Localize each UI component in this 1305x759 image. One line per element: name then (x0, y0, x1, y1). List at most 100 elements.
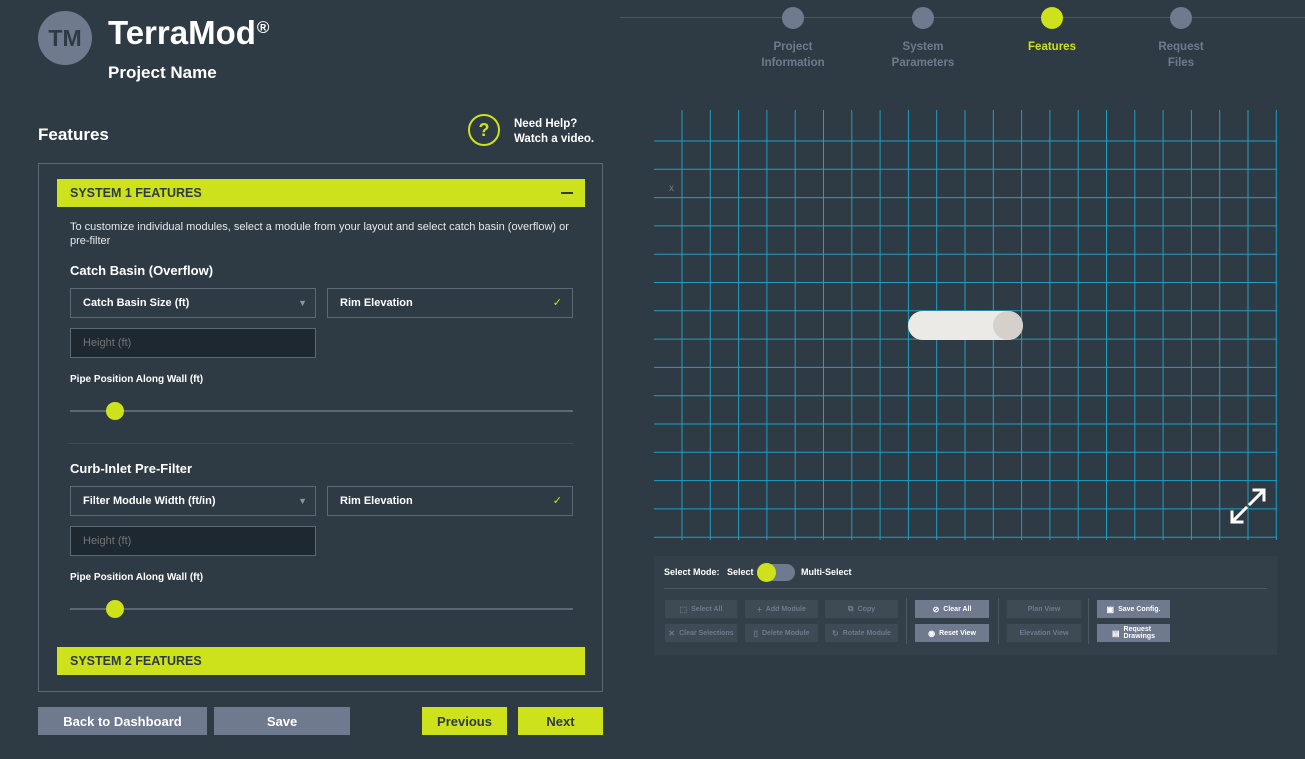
clear-selections-button[interactable]: ✕ Clear Selections (665, 624, 737, 642)
button-label: Request Drawings (1124, 626, 1156, 640)
drawings-icon: ▤ (1111, 628, 1120, 638)
copy-button[interactable]: ⧉ Copy (825, 600, 898, 618)
step-dot-features[interactable] (1041, 7, 1063, 29)
select-all-button[interactable]: ⬚ Select All (665, 600, 737, 618)
clear-all-icon: ⊘ (932, 604, 940, 614)
step-label-line: Project (773, 41, 813, 53)
step-label-project-information[interactable]: Project Information (738, 39, 848, 71)
catch-basin-size-select[interactable]: Catch Basin Size (ft) ▼ (70, 288, 316, 318)
select-all-icon: ⬚ (679, 604, 688, 614)
button-label: Clear Selections (679, 629, 734, 637)
save-disk-icon: ▣ (1106, 604, 1115, 614)
system2-features-header[interactable]: SYSTEM 2 FEATURES (57, 647, 585, 675)
help-video-icon[interactable]: ? (468, 114, 500, 146)
catch-basin-pipe-slider-track[interactable] (70, 410, 573, 412)
toolbar-separator (998, 598, 999, 644)
check-icon: ✓ (552, 297, 562, 309)
plus-icon: + (757, 604, 762, 614)
step-label-line: Files (1167, 57, 1195, 69)
step-label-line: Parameters (891, 57, 955, 69)
system2-title: SYSTEM 2 FEATURES (70, 654, 202, 668)
help-text-line: Watch a video. (514, 133, 595, 145)
button-label: Clear All (943, 605, 972, 613)
button-label: Save Config. (1118, 605, 1161, 613)
plan-view-button[interactable]: Plan View (1007, 600, 1081, 618)
button-label: Select All (691, 605, 723, 613)
help-text-line: Need Help? (514, 118, 578, 130)
eye-icon: ◉ (928, 628, 936, 638)
module-end-cap (993, 311, 1023, 340)
select-mode-label: Select Mode: (664, 567, 720, 577)
brand-avatar: TM (38, 11, 92, 65)
step-dot-project-information[interactable] (782, 7, 804, 29)
features-heading: Features (38, 125, 109, 144)
filter-module-width-select[interactable]: Filter Module Width (ft/in) ▼ (70, 486, 316, 516)
help-video-link[interactable]: Need Help? Watch a video. (514, 117, 594, 147)
button-label: Reset View (939, 629, 976, 637)
clear-all-button[interactable]: ⊘ Clear All (915, 600, 989, 618)
trash-icon: ▯ (753, 628, 758, 638)
catch-basin-rim-elevation-select[interactable]: Rim Elevation ✓ (327, 288, 573, 318)
button-label-line: Drawings (1123, 633, 1156, 640)
save-button[interactable]: Save (214, 707, 350, 735)
catch-basin-height-input[interactable] (70, 328, 316, 358)
rotate-icon: ↻ (832, 628, 839, 638)
button-label: Copy (857, 605, 876, 613)
pre-filter-height-input[interactable] (70, 526, 316, 556)
check-icon: ✓ (552, 495, 562, 507)
brand-name: TerraMod (108, 14, 256, 51)
toolbar-separator (906, 598, 907, 644)
system1-title: SYSTEM 1 FEATURES (70, 186, 202, 200)
expand-icon[interactable] (1228, 486, 1268, 526)
catch-basin-title: Catch Basin (Overflow) (70, 263, 214, 278)
chevron-down-icon: ▼ (298, 496, 307, 506)
save-config-button[interactable]: ▣ Save Config. (1097, 600, 1170, 618)
brand-title: TerraMod® (108, 14, 269, 52)
step-label-line: System (902, 41, 944, 53)
pre-filter-pipe-slider-track[interactable] (70, 608, 573, 610)
elevation-view-button[interactable]: Elevation View (1007, 624, 1081, 642)
add-module-button[interactable]: + Add Module (745, 600, 818, 618)
collapse-minus-icon[interactable] (561, 192, 573, 194)
step-dot-system-parameters[interactable] (912, 7, 934, 29)
button-label: Delete Module (761, 629, 810, 637)
step-label-line: Request (1158, 41, 1204, 53)
button-label: Add Module (765, 605, 806, 613)
request-drawings-button[interactable]: ▤ Request Drawings (1097, 624, 1170, 642)
select-mode-option-select[interactable]: Select (727, 567, 754, 577)
select-value: Rim Elevation (340, 297, 413, 309)
layout-module[interactable] (908, 311, 1023, 340)
pre-filter-pipe-position-label: Pipe Position Along Wall (ft) (70, 572, 204, 583)
button-label: Rotate Module (842, 629, 891, 637)
select-value: Rim Elevation (340, 495, 413, 507)
step-label-system-parameters[interactable]: System Parameters (868, 39, 978, 71)
stepper-track (620, 17, 1305, 18)
previous-button[interactable]: Previous (422, 707, 507, 735)
select-mode-option-multi[interactable]: Multi-Select (801, 567, 852, 577)
step-label-features[interactable]: Features (997, 39, 1107, 55)
toolbar-divider (664, 588, 1267, 589)
button-label-line: Request (1123, 626, 1152, 633)
step-label-line: Features (1028, 41, 1076, 53)
select-value: Catch Basin Size (ft) (83, 297, 190, 309)
registered-mark: ® (256, 18, 270, 37)
system1-description: To customize individual modules, select … (70, 221, 569, 247)
step-label-line: Information (761, 57, 825, 69)
chevron-down-icon: ▼ (298, 298, 307, 308)
rotate-module-button[interactable]: ↻ Rotate Module (825, 624, 898, 642)
delete-module-button[interactable]: ▯ Delete Module (745, 624, 818, 642)
step-dot-request-files[interactable] (1170, 7, 1192, 29)
pre-filter-title: Curb-Inlet Pre-Filter (70, 461, 193, 476)
select-value: Filter Module Width (ft/in) (83, 495, 216, 507)
system1-features-header[interactable]: SYSTEM 1 FEATURES (57, 179, 585, 207)
back-to-dashboard-button[interactable]: Back to Dashboard (38, 707, 207, 735)
next-button[interactable]: Next (518, 707, 603, 735)
select-mode-toggle-knob[interactable] (757, 563, 776, 582)
reset-view-button[interactable]: ◉ Reset View (915, 624, 989, 642)
catch-basin-pipe-position-label: Pipe Position Along Wall (ft) (70, 374, 204, 385)
step-label-request-files[interactable]: Request Files (1126, 39, 1236, 71)
grid-origin-marker: x (669, 183, 674, 194)
project-name: Project Name (108, 63, 217, 82)
toolbar-separator (1088, 598, 1089, 644)
pre-filter-rim-elevation-select[interactable]: Rim Elevation ✓ (327, 486, 573, 516)
